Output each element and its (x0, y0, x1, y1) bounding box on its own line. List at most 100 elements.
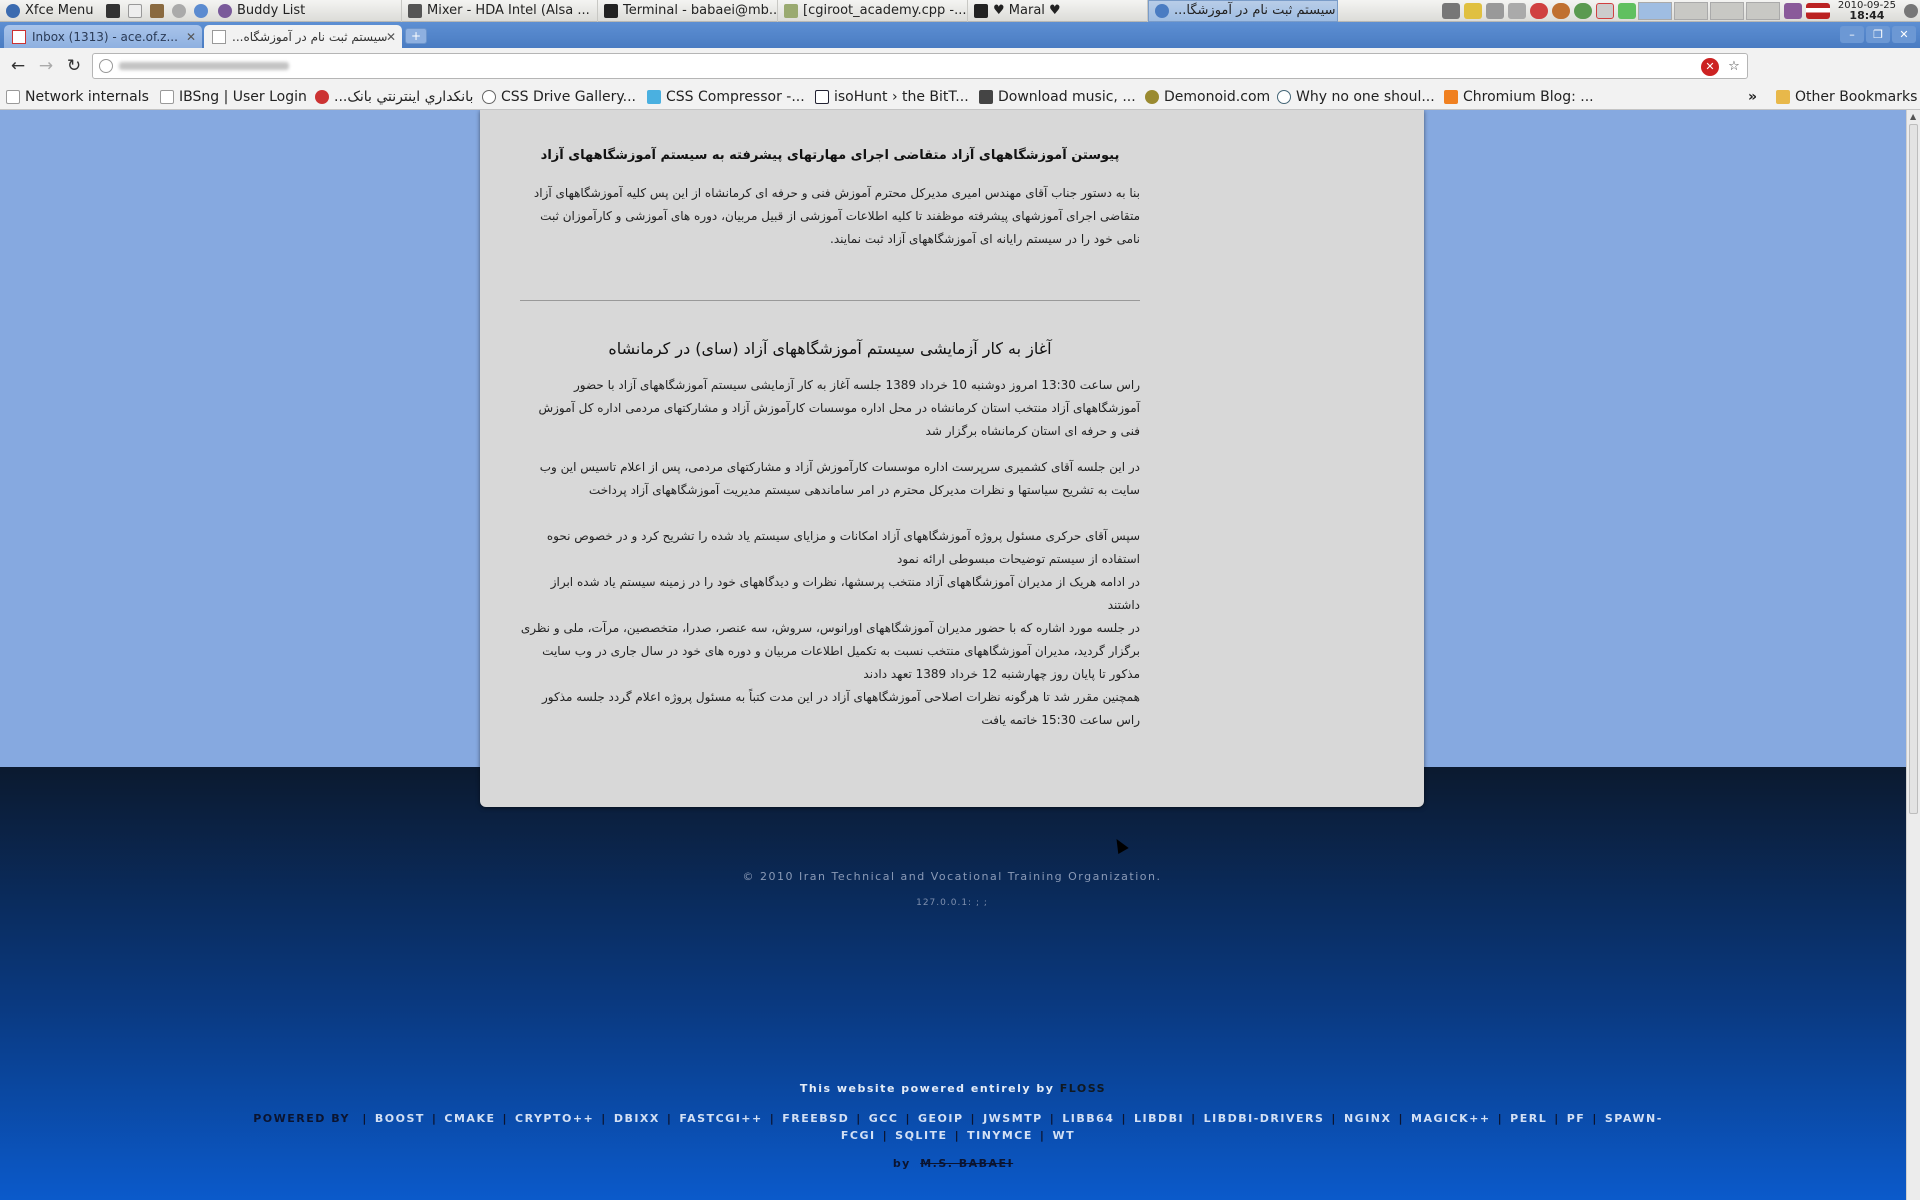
workspace-4[interactable] (1745, 2, 1780, 20)
power-icon[interactable] (1904, 4, 1918, 18)
bookmark-isohunt[interactable]: isoHunt › the BitT... (815, 87, 969, 107)
bookmark-label: Demonoid.com (1164, 89, 1271, 105)
gmail-icon (12, 29, 26, 44)
xfce-menu-button[interactable]: Xfce Menu (0, 0, 102, 22)
close-window-icon[interactable]: ✕ (1892, 26, 1916, 43)
library-item: TINYMCE (967, 1129, 1033, 1142)
library-separator: | (666, 1112, 673, 1125)
tab-gmail[interactable]: Inbox (1313) - ace.of.z... ✕ (4, 25, 202, 48)
library-separator: | (905, 1112, 911, 1125)
clock[interactable]: 2010-09-25 18:44 (1838, 1, 1896, 22)
task-maral[interactable]: ♥ Maral ♥ (968, 0, 1148, 22)
browser-toolbar: ← → ↻ ✕ ☆ (0, 48, 1920, 123)
us-flag-icon[interactable] (1805, 3, 1830, 19)
library-item: BOOST (374, 1112, 425, 1125)
bookmark-label: Why no one shoul... (1296, 89, 1435, 105)
network-icon[interactable] (1507, 3, 1526, 19)
bookmark-network-internals[interactable]: Network internals (6, 87, 149, 107)
library-separator: | (1049, 1112, 1056, 1125)
mute-icon[interactable] (1595, 3, 1614, 19)
library-separator: | (1554, 1112, 1560, 1125)
task-browser[interactable]: سیستم ثبت نام در آموزشگا... (1148, 0, 1338, 22)
page-scrollbar[interactable]: ▲ (1906, 110, 1920, 1200)
bookmark-ibsng[interactable]: IBSng | User Login (160, 87, 307, 107)
library-separator: | (502, 1112, 509, 1125)
restore-icon[interactable]: ❐ (1866, 26, 1890, 43)
bank-icon (315, 90, 329, 104)
settings-launcher-icon[interactable] (168, 0, 190, 22)
task-editor[interactable]: [cgiroot_academy.cpp -... (778, 0, 968, 22)
workspace-3[interactable] (1709, 2, 1744, 20)
terminal-icon (974, 3, 988, 18)
library-separator: | (601, 1112, 607, 1125)
task-buddy-list[interactable]: Buddy List (212, 0, 402, 22)
scrollbar-thumb[interactable] (1909, 124, 1918, 814)
folder-icon (1776, 90, 1790, 104)
forward-arrow-icon[interactable]: → (32, 52, 60, 80)
article-2-paragraph: در ادامه هریک از مدیران آموزشگاههای آزاد… (550, 575, 1140, 612)
css-drive-icon (482, 90, 496, 104)
bookmark-download-music[interactable]: Download music, ... (979, 87, 1136, 107)
package-icon[interactable] (1485, 3, 1504, 19)
powered-by-floss: This website powered entirely by FLOSS (0, 1082, 1906, 1095)
bookmark-chromium-blog[interactable]: Chromium Blog: ... (1444, 87, 1594, 107)
library-separator: | (856, 1112, 862, 1125)
paw-icon[interactable] (1441, 3, 1460, 19)
tab-strip: Inbox (1313) - ace.of.z... ✕ سیستم ثبت ن… (0, 22, 1920, 48)
stop-icon[interactable] (1529, 3, 1548, 19)
scroll-up-arrow-icon[interactable]: ▲ (1910, 112, 1916, 121)
page-info-icon[interactable] (99, 59, 113, 73)
workspace-1[interactable] (1637, 2, 1672, 20)
article-2-paragraph: راس ساعت 13:30 امروز دوشنبه 10 خرداد 138… (538, 378, 1140, 438)
browser-launcher-icon[interactable] (190, 0, 212, 22)
article-2-paragraph: همچنین مقرر شد تا هرگونه نظرات اصلاحی آم… (541, 690, 1140, 727)
task-label: Terminal - babaei@mb... (623, 3, 778, 18)
file-launcher-icon[interactable] (124, 0, 146, 22)
minimize-icon[interactable]: – (1840, 26, 1864, 43)
author-name: M.S. BABAEI (920, 1157, 1014, 1170)
task-mixer[interactable]: Mixer - HDA Intel (Alsa ... (402, 0, 598, 22)
isohunt-icon (815, 90, 829, 104)
new-tab-button[interactable]: + (405, 28, 427, 44)
bookmarks-bar: Network internals IBSng | User Login بان… (0, 84, 1920, 110)
task-label: ♥ Maral ♥ (993, 3, 1061, 18)
star-bookmark-icon[interactable]: ☆ (1725, 58, 1743, 76)
bookmark-css-drive[interactable]: CSS Drive Gallery... (482, 87, 636, 107)
back-arrow-icon[interactable]: ← (4, 52, 32, 80)
bookmarks-overflow-chevron[interactable]: » (1748, 87, 1757, 107)
system-tray: 2010-09-25 18:44 (1440, 0, 1920, 22)
address-bar[interactable]: ✕ ☆ (92, 53, 1748, 79)
task-terminal[interactable]: Terminal - babaei@mb... (598, 0, 778, 22)
blogger-icon (1444, 90, 1458, 104)
powered-by-label: POWERED BY (253, 1112, 350, 1125)
bookmark-why-no-one[interactable]: Why no one shoul... (1277, 87, 1435, 107)
keyboard-layout-icon[interactable] (1783, 3, 1802, 19)
terminal-launcher-icon[interactable] (102, 0, 124, 22)
library-item: CMAKE (444, 1112, 496, 1125)
bookmark-label: IBSng | User Login (179, 89, 307, 105)
bookmark-bank[interactable]: بانكداري اينترنتي بانک... (315, 87, 473, 107)
firewall-icon[interactable] (1551, 3, 1570, 19)
close-icon[interactable]: ✕ (186, 30, 196, 44)
footer-copyright: © 2010 Iran Technical and Vocational Tra… (742, 870, 1162, 883)
bookmark-label: isoHunt › the BitT... (834, 89, 969, 105)
library-separator: | (1191, 1112, 1197, 1125)
tools-launcher-icon[interactable] (146, 0, 168, 22)
bookmark-label: Chromium Blog: ... (1463, 89, 1594, 105)
stop-icon[interactable]: ✕ (1701, 58, 1719, 76)
bookmark-label: Other Bookmarks (1795, 89, 1918, 105)
workspace-2[interactable] (1673, 2, 1708, 20)
car-icon (979, 90, 993, 104)
bookmark-demonoid[interactable]: Demonoid.com (1145, 87, 1270, 107)
other-bookmarks-folder[interactable]: Other Bookmarks (1776, 87, 1917, 107)
mail-icon[interactable] (1463, 3, 1482, 19)
close-icon[interactable]: ✕ (386, 30, 396, 44)
battery-icon[interactable] (1617, 3, 1636, 19)
tab-current[interactable]: سیستم ثبت نام در آموزشگاه... ✕ (204, 25, 402, 48)
avatar-icon[interactable] (1573, 3, 1592, 19)
library-separator: | (970, 1112, 977, 1125)
task-label: [cgiroot_academy.cpp -... (803, 3, 967, 18)
powered-by-libraries: POWERED BY | BOOST | CMAKE | CRYPTO++ | DBIXX | F… (228, 1110, 1688, 1144)
bookmark-css-compressor[interactable]: CSS Compressor -... (647, 87, 805, 107)
reload-icon[interactable]: ↻ (60, 52, 88, 80)
